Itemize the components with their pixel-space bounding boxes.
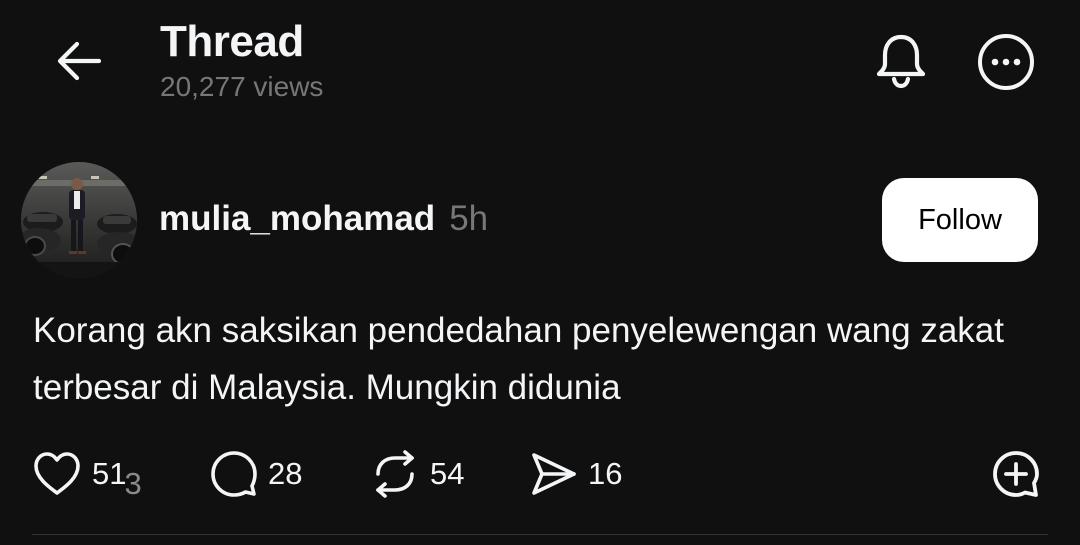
post-text: Korang akn saksikan pendedahan penyelewe…	[33, 311, 1004, 407]
like-count-suffix: 3	[124, 466, 142, 501]
view-count: 20,277 views	[160, 71, 324, 102]
arrow-left-icon	[57, 41, 102, 81]
like-button[interactable]: 51 3	[32, 446, 142, 502]
post-author: mulia_mohamad 5h	[159, 197, 488, 241]
repost-button[interactable]: 54	[370, 446, 464, 502]
follow-button[interactable]: Follow	[882, 178, 1038, 262]
page-title: Thread	[160, 17, 304, 66]
repost-icon	[376, 450, 414, 498]
comment-button[interactable]: 28	[210, 446, 302, 502]
comment-count: 28	[268, 456, 303, 491]
quote-add-button[interactable]	[988, 446, 1044, 502]
heart-icon	[34, 452, 80, 495]
notifications-button[interactable]	[870, 30, 932, 92]
more-options-button[interactable]	[974, 30, 1038, 94]
post-timestamp: 5h	[449, 199, 489, 238]
avatar[interactable]	[21, 162, 137, 278]
add-circle-icon	[993, 451, 1039, 497]
share-button[interactable]: 16	[530, 446, 622, 502]
back-button[interactable]	[50, 36, 108, 86]
divider	[32, 534, 1048, 535]
bell-icon	[876, 34, 926, 89]
username-link[interactable]: mulia_mohamad	[159, 197, 435, 241]
repost-count: 54	[430, 456, 465, 491]
like-count: 51	[92, 456, 127, 491]
share-count: 16	[588, 456, 623, 491]
send-icon	[532, 453, 576, 495]
comment-icon	[211, 451, 257, 497]
more-horizontal-icon	[978, 34, 1034, 90]
thread-page: Thread 20,277 views mulia_mohamad 5h Fol…	[0, 0, 1080, 545]
avatar-photo	[21, 162, 137, 278]
